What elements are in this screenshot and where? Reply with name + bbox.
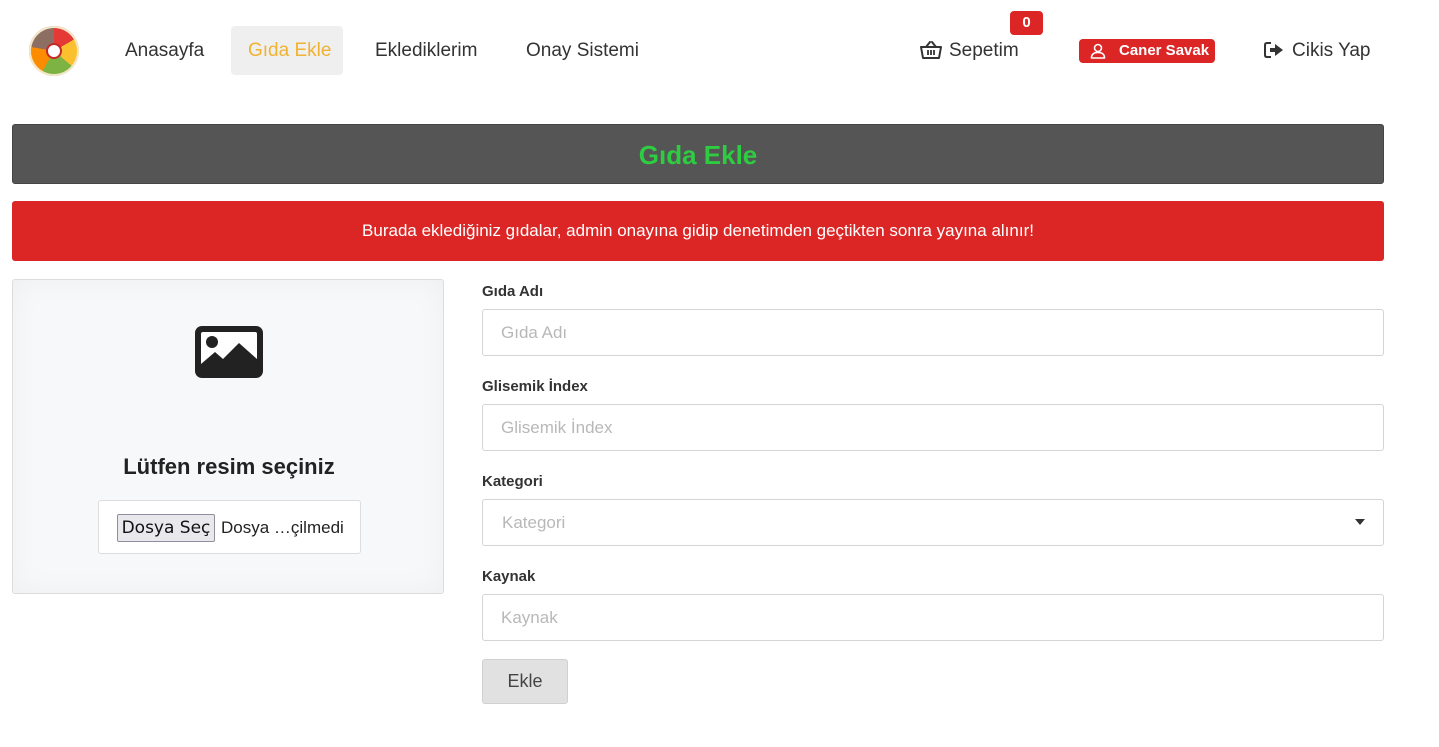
food-name-input[interactable]: [482, 309, 1384, 356]
nav-link-add-food[interactable]: Gıda Ekle: [231, 26, 343, 75]
source-label: Kaynak: [482, 568, 536, 585]
image-icon: [195, 326, 263, 378]
nav-link-approval-system[interactable]: Onay Sistemi: [509, 26, 656, 75]
file-input[interactable]: Dosya Seç Dosya …çilmedi: [98, 500, 361, 554]
glycemic-index-input[interactable]: [482, 404, 1384, 451]
basket-icon: [920, 41, 942, 59]
category-label: Kategori: [482, 473, 543, 490]
approval-alert: Burada eklediğiniz gıdalar, admin onayın…: [12, 201, 1384, 261]
user-name: Caner Savak: [1119, 42, 1210, 59]
logout-link[interactable]: Cikis Yap: [1264, 26, 1371, 75]
page-title-bar: Gıda Ekle: [12, 124, 1384, 184]
image-upload-card: Lütfen resim seçiniz Dosya Seç Dosya …çi…: [12, 279, 444, 594]
cart-label: Sepetim: [949, 40, 1019, 61]
caret-down-icon: [1355, 519, 1365, 525]
sign-out-icon: [1264, 42, 1283, 58]
choose-file-button[interactable]: Dosya Seç: [117, 514, 215, 542]
food-wheel-logo-icon[interactable]: [29, 26, 79, 76]
glycemic-index-label: Glisemik İndex: [482, 378, 588, 395]
user-icon: [1090, 43, 1106, 59]
cart-count-badge: 0: [1010, 11, 1043, 35]
user-profile-button[interactable]: Caner Savak: [1079, 39, 1215, 63]
file-status: Dosya …çilmedi: [221, 518, 344, 537]
cart-link[interactable]: Sepetim: [920, 26, 1019, 75]
category-select[interactable]: Kategori: [482, 499, 1384, 546]
navbar: Anasayfa Gıda Ekle Eklediklerim Onay Sis…: [0, 0, 1439, 100]
logout-label: Cikis Yap: [1292, 40, 1371, 61]
food-name-label: Gıda Adı: [482, 283, 544, 300]
image-upload-heading: Lütfen resim seçiniz: [123, 454, 335, 479]
category-placeholder: Kategori: [502, 513, 566, 532]
add-button[interactable]: Ekle: [482, 659, 568, 704]
source-input[interactable]: [482, 594, 1384, 641]
nav-link-my-additions[interactable]: Eklediklerim: [358, 26, 494, 75]
page-title: Gıda Ekle: [638, 140, 758, 170]
nav-link-home[interactable]: Anasayfa: [108, 26, 221, 75]
